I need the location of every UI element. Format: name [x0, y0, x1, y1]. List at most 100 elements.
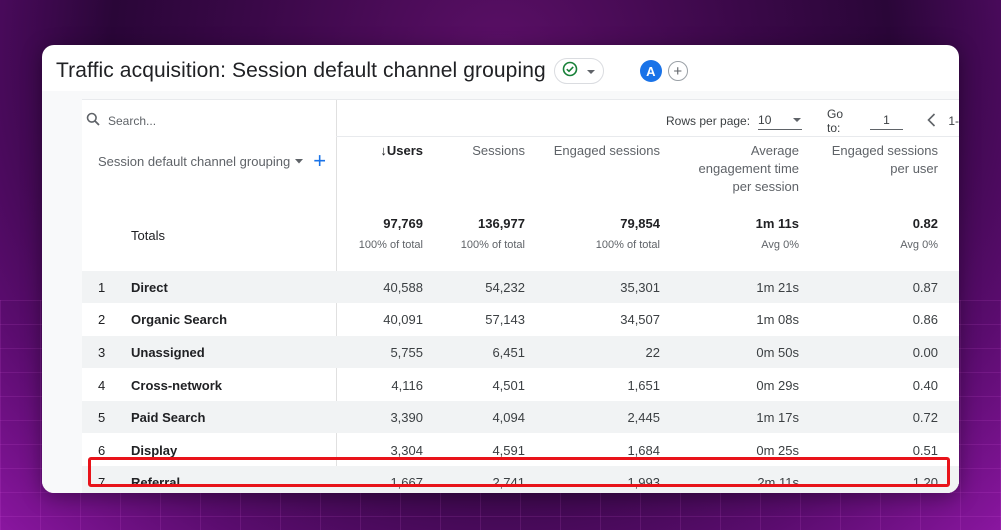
row-avg-engagement-time: 1m 21s: [756, 280, 799, 295]
search-input[interactable]: Search...: [108, 114, 156, 128]
row-engaged-sessions: 1,651: [627, 378, 660, 393]
row-channel: Organic Search: [131, 312, 228, 327]
row-engaged-per-user: 0.87: [912, 280, 938, 295]
row-channel: Cross-network: [131, 378, 223, 393]
column-header-sessions[interactable]: Sessions: [472, 142, 525, 160]
totals-users: 97,769 100% of total: [359, 216, 423, 251]
column-label: per user: [890, 161, 938, 176]
column-header-engaged-per-user[interactable]: Engaged sessions per user: [832, 142, 938, 178]
column-header-avg-engagement-time[interactable]: Average engagement time per session: [699, 142, 799, 196]
table-row[interactable]: 7 Referral 1,667 2,741 1,993 2m 11s 1.20: [82, 466, 959, 493]
total-value: 136,977: [478, 216, 525, 231]
totals-engaged-per-user: 0.82 Avg 0%: [900, 216, 938, 251]
row-sessions: 54,232: [485, 280, 525, 295]
total-percent: Avg 0%: [900, 239, 938, 251]
search-icon: [86, 112, 100, 129]
row-users: 40,091: [383, 312, 423, 327]
row-engaged-per-user: 0.51: [912, 443, 938, 458]
table-row[interactable]: 6 Display 3,304 4,591 1,684 0m 25s 0.51: [82, 434, 959, 466]
row-channel: Display: [131, 443, 178, 458]
row-engaged-sessions: 22: [645, 345, 660, 360]
page-range: 1-: [948, 114, 959, 128]
row-engaged-sessions: 2,445: [627, 410, 660, 425]
row-users: 4,116: [391, 378, 423, 393]
table-panel: Search... Rows per page: 10 Go to: 1 1-: [42, 91, 959, 493]
column-label: Average: [750, 143, 799, 158]
total-percent: 100% of total: [595, 239, 660, 251]
table-row[interactable]: 3 Unassigned 5,755 6,451 22 0m 50s 0.00: [82, 336, 959, 368]
check-circle-icon: [562, 61, 578, 82]
row-users: 5,755: [390, 345, 423, 360]
add-comparison-icon[interactable]: +: [667, 61, 688, 81]
row-users: 40,588: [383, 280, 423, 295]
row-engaged-per-user: 0.00: [912, 345, 938, 360]
row-sessions: 4,591: [492, 443, 525, 458]
goto-input[interactable]: 1: [869, 113, 904, 130]
add-dimension-icon[interactable]: +: [313, 150, 326, 172]
caret-down-icon: [793, 117, 802, 122]
total-value: 1m 11s: [755, 216, 799, 231]
row-index: 2: [98, 312, 106, 327]
row-users: 1,667: [390, 475, 423, 490]
totals-label: Totals: [131, 228, 165, 243]
row-channel: Referral: [131, 475, 181, 490]
prev-page-icon[interactable]: [927, 112, 936, 130]
row-users: 3,390: [390, 410, 423, 425]
row-engaged-per-user: 0.40: [912, 378, 938, 393]
row-sessions: 2,741: [492, 475, 525, 490]
row-engaged-sessions: 35,301: [620, 280, 660, 295]
column-label: Engaged sessions: [831, 143, 938, 158]
totals-sessions: 136,977 100% of total: [461, 216, 525, 251]
title-row: Traffic acquisition: Session default cha…: [56, 53, 688, 89]
avatar[interactable]: A: [639, 60, 662, 82]
caret-down-icon: [586, 62, 596, 80]
total-percent: Avg 0%: [761, 239, 799, 251]
total-value: 97,769: [383, 216, 423, 231]
table-row[interactable]: 4 Cross-network 4,116 4,501 1,651 0m 29s…: [82, 369, 959, 401]
column-header-users[interactable]: ↓Users: [380, 142, 423, 160]
row-channel: Paid Search: [131, 410, 206, 425]
caret-down-icon: [295, 158, 304, 163]
row-index: 1: [98, 280, 106, 295]
column-label: Engaged sessions: [553, 143, 660, 158]
row-sessions: 4,501: [492, 378, 525, 393]
row-sessions: 57,143: [485, 312, 525, 327]
row-engaged-sessions: 34,507: [620, 312, 660, 327]
total-percent: 100% of total: [358, 239, 423, 251]
column-header-engaged-sessions[interactable]: Engaged sessions: [554, 142, 660, 160]
row-index: 7: [98, 475, 106, 490]
table-row[interactable]: 1 Direct 40,588 54,232 35,301 1m 21s 0.8…: [82, 271, 959, 303]
totals-engaged-sessions: 79,854 100% of total: [596, 216, 660, 251]
column-label: per session: [732, 179, 799, 194]
column-label: Users: [386, 143, 423, 158]
goto-page: Go to: 1 1-: [827, 107, 959, 135]
column-label: engagement time: [698, 161, 799, 176]
page-title: Traffic acquisition: Session default cha…: [56, 59, 546, 82]
row-avg-engagement-time: 0m 29s: [756, 378, 799, 393]
row-avg-engagement-time: 0m 25s: [756, 443, 799, 458]
rows-per-page-select[interactable]: 10: [758, 112, 803, 130]
total-value: 0.82: [912, 216, 938, 231]
dimension-header[interactable]: Session default channel grouping +: [98, 150, 326, 172]
row-engaged-per-user: 1.20: [912, 475, 938, 490]
row-engaged-per-user: 0.72: [912, 410, 938, 425]
rows-per-page-value: 10: [758, 112, 772, 127]
row-engaged-sessions: 1,684: [627, 443, 660, 458]
row-engaged-per-user: 0.86: [912, 312, 938, 327]
rows-per-page-label: Rows per page:: [666, 114, 751, 128]
table-row[interactable]: 2 Organic Search 40,091 57,143 34,507 1m…: [82, 303, 959, 335]
row-avg-engagement-time: 1m 17s: [756, 410, 799, 425]
row-avg-engagement-time: 2m 11s: [757, 475, 799, 490]
dimension-header-label: Session default channel grouping: [98, 153, 291, 169]
column-label: Sessions: [472, 143, 525, 158]
total-percent: 100% of total: [460, 239, 525, 251]
row-index: 3: [98, 345, 106, 360]
header-separator: [336, 136, 959, 137]
search-box[interactable]: Search...: [86, 112, 156, 129]
status-dropdown[interactable]: [553, 58, 604, 84]
table-row[interactable]: 5 Paid Search 3,390 4,094 2,445 1m 17s 0…: [82, 401, 959, 433]
total-value: 79,854: [620, 216, 660, 231]
row-channel: Unassigned: [131, 345, 205, 360]
row-engaged-sessions: 1,993: [627, 475, 660, 490]
rows-per-page: Rows per page: 10: [666, 108, 803, 134]
